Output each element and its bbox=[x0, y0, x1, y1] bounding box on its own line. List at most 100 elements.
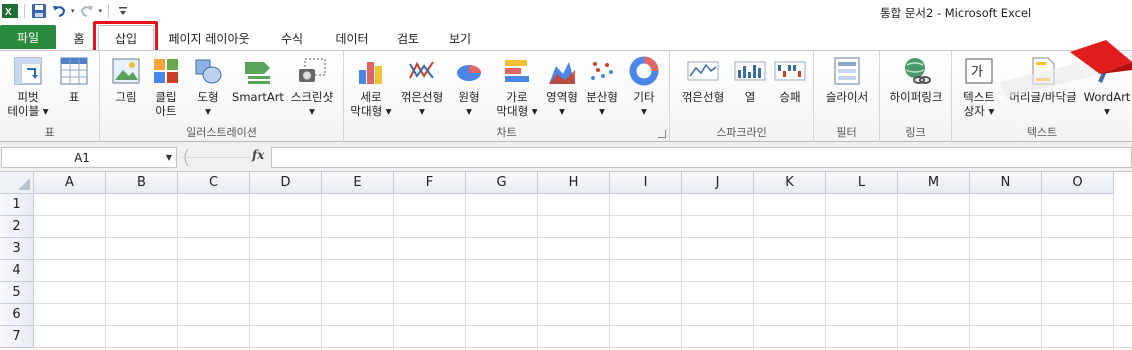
column-header[interactable]: H bbox=[538, 172, 610, 194]
shapes-button[interactable]: 도형 ▾ bbox=[188, 55, 228, 118]
column-header[interactable]: M bbox=[898, 172, 970, 194]
column-header[interactable]: L bbox=[826, 172, 898, 194]
scatter-chart-label: 분산형 ▾ bbox=[586, 90, 618, 118]
column-chart-button[interactable]: 세로 막대형 ▾ bbox=[346, 55, 396, 118]
text-box-label: 텍스트 상자 ▾ bbox=[963, 90, 995, 118]
column-header[interactable]: J bbox=[682, 172, 754, 194]
column-header[interactable]: N bbox=[970, 172, 1042, 194]
group-links-label: 링크 bbox=[905, 126, 926, 139]
slicer-button[interactable]: 슬라이서 bbox=[818, 55, 876, 104]
sparkline-column-button[interactable]: 열 bbox=[732, 55, 768, 104]
pivot-table-icon bbox=[12, 55, 44, 87]
quick-access-toolbar: X ▾ ▾ bbox=[2, 3, 131, 19]
row-header[interactable]: 2 bbox=[0, 216, 34, 238]
shapes-label: 도형 ▾ bbox=[197, 90, 219, 118]
picture-button[interactable]: 그림 bbox=[106, 55, 146, 104]
area-chart-button[interactable]: 영역형 ▾ bbox=[542, 55, 582, 118]
group-illustrations: 그림 클립 아트 도형 ▾ SmartArt 스크린샷 ▾ 일러스트레이션 bbox=[100, 51, 344, 142]
row-header[interactable]: 5 bbox=[0, 282, 34, 304]
excel-logo-icon[interactable]: X bbox=[2, 3, 18, 19]
column-header[interactable]: A bbox=[34, 172, 106, 194]
tab-formulas[interactable]: 수식 bbox=[270, 27, 314, 49]
tab-page-layout[interactable]: 페이지 레이아웃 bbox=[158, 27, 260, 49]
table-label: 표 bbox=[68, 90, 80, 104]
window-title: 통합 문서2 - Microsoft Excel bbox=[880, 6, 1032, 20]
undo-dropdown-icon[interactable]: ▾ bbox=[71, 7, 75, 15]
line-chart-button[interactable]: 꺾은선형 ▾ bbox=[398, 55, 446, 118]
tab-data[interactable]: 데이터 bbox=[324, 27, 380, 49]
row-header[interactable]: 4 bbox=[0, 260, 34, 282]
sparkline-column-label: 열 bbox=[744, 90, 756, 104]
insert-function-icon[interactable]: fx bbox=[252, 148, 264, 162]
area-chart-icon bbox=[546, 55, 578, 87]
other-charts-label: 기타 ▾ bbox=[633, 90, 655, 118]
column-header[interactable]: C bbox=[178, 172, 250, 194]
qat-separator bbox=[108, 4, 110, 18]
save-icon[interactable] bbox=[31, 3, 47, 19]
row-header[interactable]: 6 bbox=[0, 304, 34, 326]
name-box-dropdown-icon[interactable]: ▼ bbox=[162, 153, 176, 162]
redo-dropdown-icon[interactable]: ▾ bbox=[99, 7, 103, 15]
group-charts: 세로 막대형 ▾ 꺾은선형 ▾ 원형 ▾ 가로 막대형 ▾ 영역형 ▾ 분산형 … bbox=[344, 51, 670, 142]
pie-chart-button[interactable]: 원형 ▾ bbox=[448, 55, 490, 118]
hyperlink-button[interactable]: 하이퍼링크 bbox=[884, 55, 948, 104]
sparkline-winloss-icon bbox=[774, 55, 806, 87]
column-header[interactable]: O bbox=[1042, 172, 1114, 194]
column-header[interactable]: E bbox=[322, 172, 394, 194]
column-header[interactable]: B bbox=[106, 172, 178, 194]
title-bar: X ▾ ▾ 통합 문서2 - Microsoft Excel bbox=[0, 0, 1132, 24]
group-links: 하이퍼링크 링크 bbox=[880, 51, 952, 142]
line-chart-label: 꺾은선형 ▾ bbox=[400, 90, 444, 118]
tab-file[interactable]: 파일 bbox=[0, 25, 56, 49]
sparkline-line-icon bbox=[687, 55, 719, 87]
select-all-corner[interactable] bbox=[0, 172, 34, 194]
screenshot-icon bbox=[296, 55, 328, 87]
sparkline-line-label: 꺾은선형 bbox=[681, 90, 725, 104]
sparkline-line-button[interactable]: 꺾은선형 bbox=[674, 55, 732, 104]
row-header[interactable]: 3 bbox=[0, 238, 34, 260]
sparkline-column-icon bbox=[734, 55, 766, 87]
group-charts-label: 차트 bbox=[496, 126, 517, 139]
column-header[interactable]: K bbox=[754, 172, 826, 194]
header-footer-button[interactable]: 머리글/바닥글 bbox=[1002, 55, 1084, 104]
table-button[interactable]: 표 bbox=[54, 55, 94, 104]
text-box-icon: 가 bbox=[963, 55, 995, 87]
clip-art-button[interactable]: 클립 아트 bbox=[146, 55, 186, 118]
row-header[interactable]: 7 bbox=[0, 326, 34, 348]
customize-icon[interactable] bbox=[115, 3, 131, 19]
column-header[interactable]: D bbox=[250, 172, 322, 194]
column-chart-icon bbox=[355, 55, 387, 87]
sparkline-winloss-button[interactable]: 승패 bbox=[770, 55, 810, 104]
slicer-label: 슬라이서 bbox=[825, 90, 869, 104]
cell-area[interactable] bbox=[34, 194, 1132, 350]
smartart-button[interactable]: SmartArt bbox=[230, 55, 286, 104]
clip-art-label: 클립 아트 bbox=[155, 90, 177, 118]
column-header[interactable]: I bbox=[610, 172, 682, 194]
bar-chart-button[interactable]: 가로 막대형 ▾ bbox=[492, 55, 542, 118]
ribbon: 피벗 테이블 ▾ 표 표 그림 클립 아트 도형 ▾ SmartArt 스크린샷… bbox=[0, 50, 1132, 142]
scatter-chart-button[interactable]: 분산형 ▾ bbox=[582, 55, 622, 118]
undo-icon[interactable] bbox=[51, 3, 67, 19]
screenshot-button[interactable]: 스크린샷 ▾ bbox=[286, 55, 338, 118]
wordart-icon bbox=[1091, 55, 1123, 87]
group-illustrations-label: 일러스트레이션 bbox=[186, 126, 257, 139]
other-charts-button[interactable]: 기타 ▾ bbox=[624, 55, 664, 118]
tab-home[interactable]: 홈 bbox=[64, 27, 94, 49]
name-box[interactable]: A1 ▼ bbox=[1, 147, 177, 168]
table-icon bbox=[58, 55, 90, 87]
wordart-button[interactable]: WordArt ▾ bbox=[1082, 55, 1132, 118]
redo-icon[interactable] bbox=[79, 3, 95, 19]
smartart-icon bbox=[242, 55, 274, 87]
worksheet-grid: ABCDEFGHIJKLMNO 1234567 bbox=[0, 172, 1132, 350]
tab-view[interactable]: 보기 bbox=[438, 27, 482, 49]
row-header[interactable]: 1 bbox=[0, 194, 34, 216]
tab-review[interactable]: 검토 bbox=[386, 27, 430, 49]
group-tables-label: 표 bbox=[44, 126, 55, 139]
text-box-button[interactable]: 가 텍스트 상자 ▾ bbox=[956, 55, 1002, 118]
group-sparklines: 꺾은선형 열 승패 스파크라인 bbox=[670, 51, 814, 142]
column-header[interactable]: G bbox=[466, 172, 538, 194]
smartart-label: SmartArt bbox=[232, 90, 284, 104]
formula-input[interactable] bbox=[271, 147, 1132, 168]
pivot-table-button[interactable]: 피벗 테이블 ▾ bbox=[4, 55, 52, 118]
column-header[interactable]: F bbox=[394, 172, 466, 194]
